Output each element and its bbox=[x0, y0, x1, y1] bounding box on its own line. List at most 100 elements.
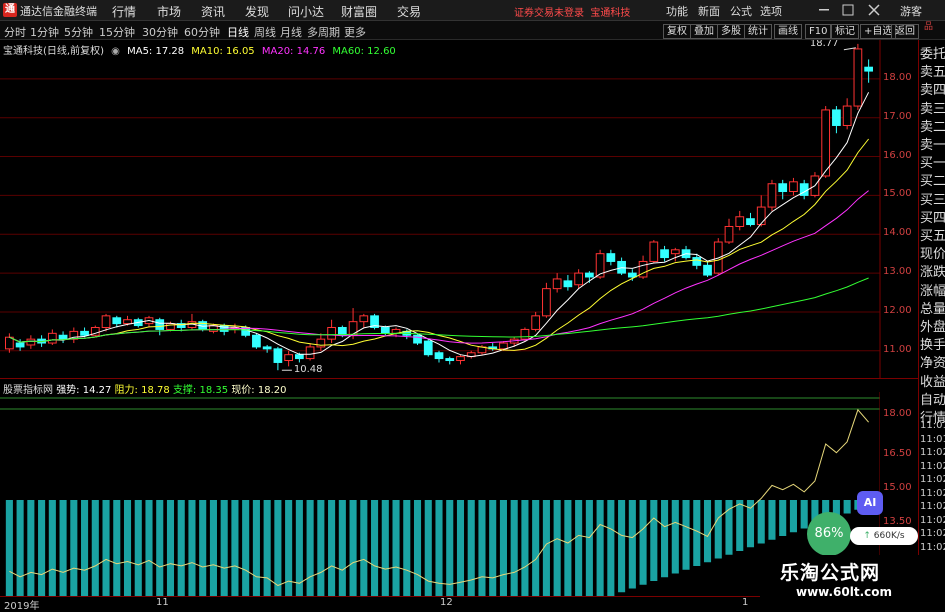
ai-assistant-button[interactable]: AI bbox=[857, 491, 883, 515]
f10-button[interactable]: F10 bbox=[805, 24, 832, 39]
period-multi[interactable]: 多周期 bbox=[307, 24, 340, 40]
period-15min[interactable]: 15分钟 bbox=[99, 24, 135, 40]
window-controls[interactable] bbox=[815, 2, 895, 18]
candle-body bbox=[756, 206, 766, 226]
biaoji-button[interactable]: 标记 bbox=[831, 24, 859, 39]
candle-body bbox=[155, 319, 165, 330]
sub-indicator-chart[interactable] bbox=[0, 392, 880, 596]
menu-wenxiaoda[interactable]: 问小达 bbox=[288, 3, 324, 20]
indicator-bar bbox=[575, 500, 583, 596]
candle-body bbox=[58, 334, 68, 340]
net-speed-value: 660K/s bbox=[873, 531, 905, 541]
duogu-button[interactable]: 多股 bbox=[717, 24, 745, 39]
login-notice[interactable]: 证券交易未登录 宝通科技 bbox=[514, 4, 630, 19]
sub-chart-divider bbox=[0, 378, 918, 379]
quote-panel-item[interactable]: 卖一 bbox=[920, 134, 945, 153]
quote-panel-item[interactable]: 自动 bbox=[920, 389, 945, 408]
quote-panel-item[interactable]: 买一 bbox=[920, 152, 945, 171]
menu-shichang[interactable]: 市场 bbox=[157, 3, 181, 20]
indicator-bar bbox=[5, 500, 13, 596]
quote-panel-item[interactable]: 涨幅 bbox=[920, 280, 945, 299]
menu-jiaoyi[interactable]: 交易 bbox=[397, 3, 421, 20]
indicator-bar bbox=[650, 500, 658, 581]
fuquan-button[interactable]: 复权 bbox=[663, 24, 691, 39]
menu-hangqing[interactable]: 行情 bbox=[112, 3, 136, 20]
menu-zixun[interactable]: 资讯 bbox=[201, 3, 225, 20]
menu-xuanxiang[interactable]: 选项 bbox=[760, 3, 782, 19]
candle-body bbox=[778, 183, 788, 193]
time-label: 11:02 bbox=[920, 514, 945, 526]
period-weekly[interactable]: 周线 bbox=[254, 24, 276, 40]
quote-panel-item[interactable]: 现价 bbox=[920, 243, 945, 262]
diejia-button[interactable]: 叠加 bbox=[690, 24, 718, 39]
menu-caifuquan[interactable]: 财富圈 bbox=[341, 3, 377, 20]
period-5min[interactable]: 5分钟 bbox=[64, 24, 93, 40]
low-price-label: 10.48 bbox=[294, 364, 323, 375]
quote-panel-item[interactable]: 换手 bbox=[920, 334, 945, 353]
indicator-bar bbox=[553, 500, 561, 596]
candlestick-chart[interactable]: 18.77 10.48 bbox=[0, 40, 918, 378]
indicator-bar bbox=[703, 500, 712, 563]
candle-body bbox=[842, 105, 852, 126]
quote-panel-item[interactable]: 净资 bbox=[920, 352, 945, 371]
candle-body bbox=[520, 328, 530, 340]
quote-panel-item[interactable]: 总量 bbox=[920, 298, 945, 317]
back-button[interactable]: 返回 bbox=[891, 24, 919, 39]
time-label: 11:02 bbox=[920, 487, 945, 499]
period-60min[interactable]: 60分钟 bbox=[184, 24, 220, 40]
tongji-button[interactable]: 统计 bbox=[744, 24, 772, 39]
quote-panel-item[interactable]: 卖五 bbox=[920, 61, 945, 80]
candle-body bbox=[327, 326, 336, 340]
date-label-11: 11 bbox=[156, 597, 169, 608]
indicator-bar bbox=[145, 500, 153, 596]
quote-panel-item[interactable]: 卖二 bbox=[920, 116, 945, 135]
indicator-bar bbox=[628, 500, 636, 589]
quote-panel-item[interactable]: 买二 bbox=[920, 170, 945, 189]
indicator-bar bbox=[489, 500, 497, 596]
candle-body bbox=[724, 225, 734, 243]
menu-faxian[interactable]: 发现 bbox=[245, 3, 269, 20]
quote-panel-item[interactable]: 买五 bbox=[920, 225, 945, 244]
candle-body bbox=[47, 332, 57, 344]
quote-panel-item[interactable]: 收益 bbox=[920, 371, 945, 390]
candle-body bbox=[112, 317, 122, 325]
minimize-icon bbox=[819, 9, 829, 11]
title-bar bbox=[0, 0, 945, 21]
period-fenshi[interactable]: 分时 bbox=[4, 24, 26, 40]
candle-body bbox=[295, 354, 304, 360]
indicator-bar bbox=[123, 500, 132, 596]
period-daily[interactable]: 日线 bbox=[227, 24, 249, 40]
performance-indicator[interactable]: 86% bbox=[807, 512, 851, 556]
quote-panel-item[interactable]: 外盘 bbox=[920, 316, 945, 335]
menu-gongshi[interactable]: 公式 bbox=[730, 3, 752, 19]
menu-gongneng[interactable]: 功能 bbox=[666, 3, 688, 19]
quote-panel-item[interactable]: 涨跌 bbox=[920, 261, 945, 280]
period-30min[interactable]: 30分钟 bbox=[142, 24, 178, 40]
period-monthly[interactable]: 月线 bbox=[280, 24, 302, 40]
indicator-bar bbox=[91, 500, 99, 596]
period-more[interactable]: 更多 bbox=[344, 24, 366, 40]
net-speed-badge: ↑ 660K/s bbox=[850, 527, 918, 545]
quote-panel-item[interactable]: 委托 bbox=[920, 43, 945, 62]
watermark-title: 乐淘公式网 bbox=[780, 562, 881, 584]
indicator-bar bbox=[446, 500, 454, 596]
time-label: 11:02 bbox=[920, 460, 945, 472]
sub-axis-label: 18.00 bbox=[883, 408, 912, 419]
quote-panel-item[interactable]: 买四 bbox=[920, 207, 945, 226]
quote-panel-item[interactable]: 卖三 bbox=[920, 98, 945, 117]
indicator-bar bbox=[38, 500, 46, 596]
quote-panel-item[interactable]: 买三 bbox=[920, 189, 945, 208]
indicator-bar bbox=[564, 500, 572, 596]
menu-xinmian[interactable]: 新面 bbox=[698, 3, 720, 19]
guest-label[interactable]: 游客 bbox=[900, 3, 922, 19]
candle-body bbox=[627, 272, 637, 278]
price-axis-label: 16.00 bbox=[883, 149, 912, 161]
price-axis-label: 15.00 bbox=[883, 188, 912, 200]
indicator-bar bbox=[48, 500, 56, 596]
huaxian-button[interactable]: 画线 bbox=[774, 24, 802, 39]
candle-body bbox=[15, 342, 25, 348]
candle-body bbox=[542, 288, 551, 317]
indicator-bar bbox=[510, 500, 518, 596]
quote-panel-item[interactable]: 卖四 bbox=[920, 79, 945, 98]
period-1min[interactable]: 1分钟 bbox=[30, 24, 59, 40]
